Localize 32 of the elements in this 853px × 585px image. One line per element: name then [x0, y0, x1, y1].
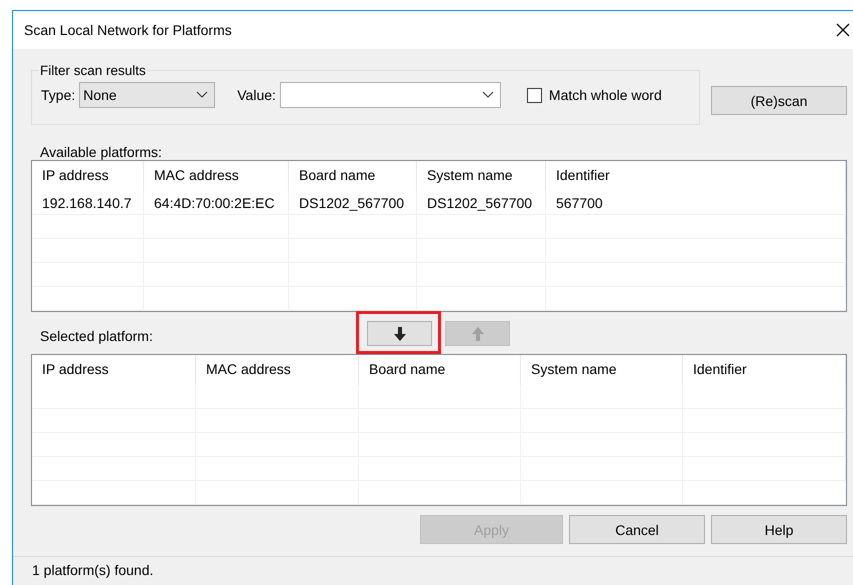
checkbox[interactable] — [526, 88, 542, 102]
move-down-button[interactable] — [367, 321, 432, 346]
column-header[interactable]: IP address — [32, 161, 144, 191]
caret-icon — [482, 91, 494, 99]
column-header[interactable]: IP address — [32, 355, 196, 385]
dialog-button[interactable]: Help — [711, 515, 847, 544]
status-bar: 1 platform(s) found. — [13, 556, 853, 578]
type-label: Type: — [41, 87, 76, 103]
column-header[interactable]: MAC address — [144, 161, 289, 191]
group-title: Filter scan results — [39, 63, 147, 78]
checkbox-label[interactable]: Match whole word — [548, 87, 662, 103]
column-header[interactable]: System name — [417, 161, 546, 191]
window-title: Scan Local Network for Platforms — [24, 22, 232, 38]
dialog-button[interactable]: Cancel — [569, 515, 705, 544]
section-label: Selected platform: — [40, 328, 154, 344]
column-header[interactable]: Identifier — [546, 161, 846, 191]
column-header[interactable]: System name — [521, 355, 683, 385]
section-label: Available platforms: — [40, 144, 163, 160]
table-cell: 192.168.140.7 — [32, 191, 144, 215]
table-cell: 64:4D:70:00:2E:EC — [144, 191, 289, 215]
column-header[interactable]: Board name — [289, 161, 417, 191]
type-dropdown[interactable]: None — [79, 82, 216, 108]
table-cell: DS1202_567700 — [417, 191, 546, 215]
table-cell: 567700 — [546, 191, 846, 215]
value-label: Value: — [237, 87, 276, 103]
column-header[interactable]: Board name — [359, 355, 521, 385]
caret-icon — [196, 91, 208, 99]
table-cell: DS1202_567700 — [289, 191, 417, 215]
column-header[interactable]: Identifier — [683, 355, 846, 385]
column-header[interactable]: MAC address — [196, 355, 359, 385]
close-icon[interactable] — [835, 22, 851, 38]
rescan-button[interactable]: (Re)scan — [711, 86, 847, 115]
